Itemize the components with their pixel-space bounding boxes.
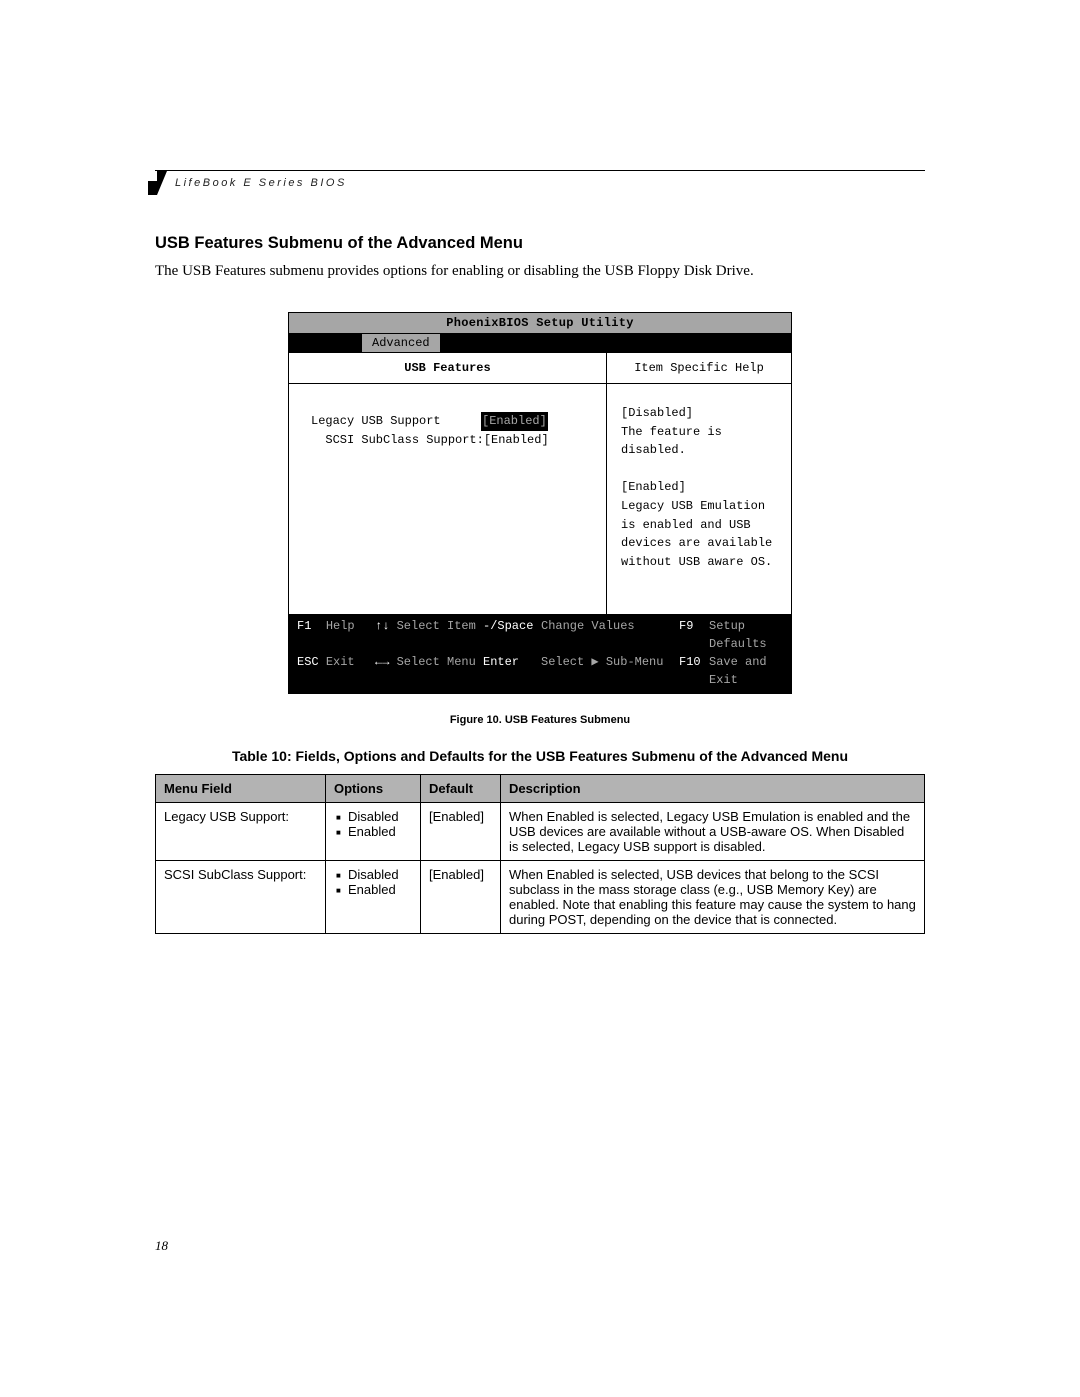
bios-left-pane: USB Features Legacy USB Support[Enabled]… [289, 353, 607, 614]
running-head: LifeBook E Series BIOS [155, 177, 925, 189]
key-esc: ESC [297, 655, 319, 669]
key-leftright: ←→ [375, 655, 389, 669]
bios-setting-label: SCSI SubClass Support: [311, 431, 484, 450]
table-row: SCSI SubClass Support:DisabledEnabled[En… [156, 861, 925, 934]
table-caption: Table 10: Fields, Options and Defaults f… [155, 748, 925, 764]
key-esc-label: Exit [326, 655, 355, 669]
key-f9-label: Setup Defaults [709, 619, 767, 651]
spec-table: Menu Field Options Default Description L… [155, 774, 925, 934]
cell-menu-field: SCSI SubClass Support: [156, 861, 326, 934]
bios-footer: F1 Help ↑↓ Select Item -/Space Change Va… [289, 614, 791, 693]
key-enter-label: Select ▶ Sub-Menu [541, 655, 663, 669]
bios-setting-label: Legacy USB Support [311, 412, 481, 431]
bios-title: PhoenixBIOS Setup Utility [289, 313, 791, 334]
key-enter: Enter [483, 655, 519, 669]
key-f10-label: Save and Exit [709, 655, 767, 687]
bios-help-line [621, 460, 777, 479]
cell-options: DisabledEnabled [326, 803, 421, 861]
key-f9: F9 [679, 619, 693, 633]
th-options: Options [326, 775, 421, 803]
option-item: Enabled [336, 824, 412, 839]
bios-help-line: The feature is disabled. [621, 423, 777, 460]
th-menu-field: Menu Field [156, 775, 326, 803]
section-heading: USB Features Submenu of the Advanced Men… [155, 234, 925, 253]
key-updown-label: Select Item [397, 619, 476, 633]
bios-help-line: devices are available [621, 534, 777, 553]
bios-help-line: without USB aware OS. [621, 553, 777, 572]
bios-help-title: Item Specific Help [607, 353, 791, 384]
bios-help-line: is enabled and USB [621, 516, 777, 535]
key-space-label: Change Values [541, 619, 635, 633]
bios-help-line: Legacy USB Emulation [621, 497, 777, 516]
key-f1-label: Help [326, 619, 355, 633]
bios-setting-value: [Enabled] [481, 412, 548, 431]
key-f1: F1 [297, 619, 311, 633]
option-item: Enabled [336, 882, 412, 897]
cell-description: When Enabled is selected, USB devices th… [501, 861, 925, 934]
bios-submenu-title: USB Features [289, 353, 606, 384]
table-row: Legacy USB Support:DisabledEnabled[Enabl… [156, 803, 925, 861]
option-item: Disabled [336, 809, 412, 824]
bios-menu-tab-advanced: Advanced [361, 334, 441, 352]
figure-caption: Figure 10. USB Features Submenu [155, 714, 925, 726]
bios-menubar: Advanced [289, 334, 791, 352]
cell-default: [Enabled] [421, 861, 501, 934]
key-updown: ↑↓ [375, 619, 389, 633]
tab-marker-icon [148, 171, 167, 195]
bios-screenshot: PhoenixBIOS Setup Utility Advanced USB F… [288, 312, 792, 694]
th-description: Description [501, 775, 925, 803]
cell-options: DisabledEnabled [326, 861, 421, 934]
cell-menu-field: Legacy USB Support: [156, 803, 326, 861]
option-item: Disabled [336, 867, 412, 882]
bios-setting-row: Legacy USB Support[Enabled] [311, 412, 588, 431]
bios-help-line: [Enabled] [621, 478, 777, 497]
cell-description: When Enabled is selected, Legacy USB Emu… [501, 803, 925, 861]
intro-paragraph: The USB Features submenu provides option… [155, 261, 925, 282]
bios-help-pane: Item Specific Help [Disabled]The feature… [607, 353, 791, 614]
bios-setting-value: [Enabled] [484, 431, 549, 450]
key-f10: F10 [679, 655, 701, 669]
th-default: Default [421, 775, 501, 803]
bios-setting-row: SCSI SubClass Support:[Enabled] [311, 431, 588, 450]
key-space: -/Space [483, 619, 533, 633]
page-header: LifeBook E Series BIOS [155, 170, 925, 189]
cell-default: [Enabled] [421, 803, 501, 861]
bios-help-line: [Disabled] [621, 404, 777, 423]
page-number: 18 [155, 1238, 168, 1254]
key-leftright-label: Select Menu [397, 655, 476, 669]
